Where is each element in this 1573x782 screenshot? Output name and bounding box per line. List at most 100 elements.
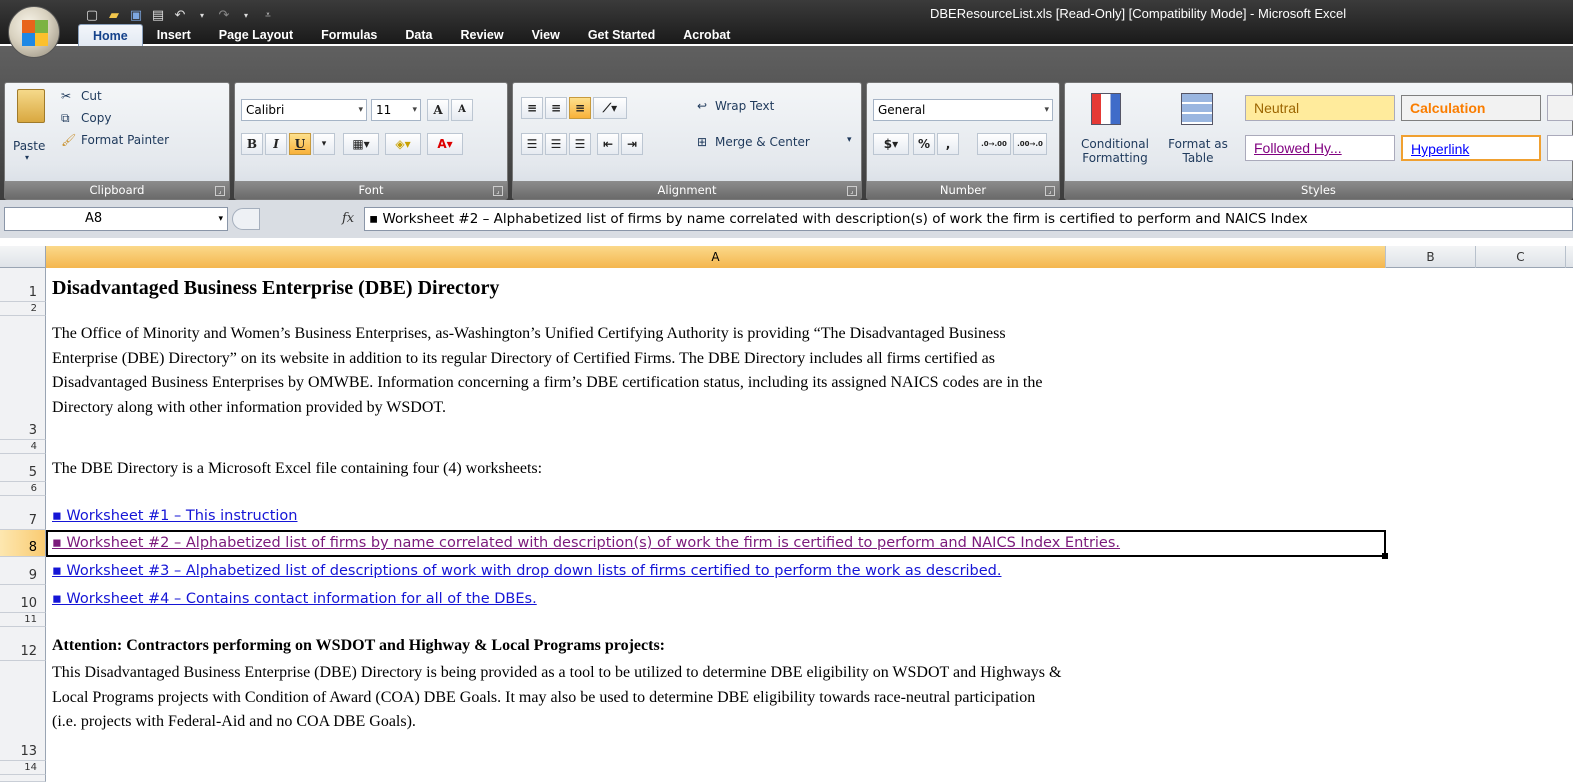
tab-acrobat[interactable]: Acrobat [669, 24, 744, 46]
row-header-2[interactable]: 2 [0, 302, 46, 316]
orientation-icon[interactable]: ⟋▾ [593, 97, 627, 119]
row-header-3[interactable]: 3 [0, 316, 46, 440]
redo-dropdown-icon[interactable]: ▾ [238, 8, 254, 24]
decrease-decimal-button[interactable]: .00→.0 [1013, 133, 1047, 155]
clipboard-launcher-icon[interactable]: ⌟ [215, 186, 225, 196]
column-header-a[interactable]: A [46, 246, 1386, 268]
chevron-down-icon: ▾ [412, 105, 417, 115]
tab-view[interactable]: View [518, 24, 574, 46]
row-header-6[interactable]: 6 [0, 482, 46, 496]
name-box[interactable]: A8 ▾ [4, 207, 228, 231]
alignment-launcher-icon[interactable]: ⌟ [847, 186, 857, 196]
tab-home[interactable]: Home [78, 24, 143, 46]
formula-bar-divider-icon[interactable] [232, 208, 260, 230]
underline-dropdown-icon[interactable]: ▾ [313, 133, 335, 155]
borders-icon[interactable]: ▦▾ [343, 133, 379, 155]
row-header-1[interactable]: 1 [0, 268, 46, 302]
align-top-icon[interactable]: ≡ [521, 97, 543, 119]
conditional-formatting-button[interactable]: Conditional Formatting [1071, 87, 1149, 179]
number-group-label: Number [867, 181, 1059, 199]
undo-dropdown-icon[interactable]: ▾ [194, 8, 210, 24]
input-style[interactable] [1547, 135, 1573, 161]
quick-print-icon[interactable]: ▤ [150, 8, 166, 24]
row-header-9[interactable]: 9 [0, 557, 46, 585]
tab-insert[interactable]: Insert [143, 24, 205, 46]
font-name-combo[interactable]: Calibri ▾ [241, 99, 367, 121]
column-header-c[interactable]: C [1476, 246, 1566, 268]
column-header-b[interactable]: B [1386, 246, 1476, 268]
undo-icon[interactable]: ↶ [172, 8, 188, 24]
font-size-value: 11 [376, 103, 392, 117]
worksheets-intro[interactable]: The DBE Directory is a Microsoft Excel f… [52, 460, 542, 478]
number-launcher-icon[interactable]: ⌟ [1045, 186, 1055, 196]
worksheet-4-link[interactable]: ▪ Worksheet #4 – Contains contact inform… [52, 591, 537, 607]
formula-input[interactable]: ▪ Worksheet #2 – Alphabetized list of fi… [364, 207, 1573, 231]
attention-heading[interactable]: Attention: Contractors performing on WSD… [52, 637, 665, 655]
font-size-combo[interactable]: 11 ▾ [371, 99, 421, 121]
row-header-13[interactable]: 13 [0, 661, 46, 761]
decrease-indent-icon[interactable]: ⇤ [597, 133, 619, 155]
neutral-style[interactable]: Neutral [1245, 95, 1395, 121]
check-cell-style[interactable] [1547, 95, 1573, 121]
select-all-button[interactable] [0, 246, 46, 268]
save-icon[interactable]: ▣ [128, 8, 144, 24]
directory-title[interactable]: Disadvantaged Business Enterprise (DBE) … [52, 277, 499, 300]
row-header-15[interactable] [0, 775, 46, 782]
align-center-icon[interactable]: ☰ [545, 133, 567, 155]
fill-color-icon[interactable]: ◈▾ [385, 133, 421, 155]
bold-button[interactable]: B [241, 133, 263, 155]
intro-paragraph[interactable]: The Office of Minority and Women’s Busin… [52, 322, 1042, 420]
office-button[interactable] [8, 6, 60, 58]
intro-line: Directory along with other information p… [52, 398, 446, 416]
redo-icon[interactable]: ↷ [216, 8, 232, 24]
row-number: 1 [28, 285, 37, 300]
worksheet-3-link[interactable]: ▪ Worksheet #3 – Alphabetized list of de… [52, 563, 1002, 579]
tab-data[interactable]: Data [391, 24, 446, 46]
percent-button[interactable]: % [913, 133, 935, 155]
tab-review[interactable]: Review [446, 24, 517, 46]
row-header-10[interactable]: 10 [0, 585, 46, 613]
customize-qat-icon[interactable]: ⩡ [260, 8, 276, 24]
row-header-12[interactable]: 12 [0, 627, 46, 661]
row-number: 2 [30, 303, 37, 314]
italic-button[interactable]: I [265, 133, 287, 155]
tab-get-started[interactable]: Get Started [574, 24, 669, 46]
office-logo-icon [22, 20, 48, 46]
followed-hyperlink-style[interactable]: Followed Hy... [1245, 135, 1395, 161]
align-middle-icon[interactable]: ≡ [545, 97, 567, 119]
align-left-icon[interactable]: ☰ [521, 133, 543, 155]
number-group: General ▾ $▾ % , .0→.00 .00→.0 Number ⌟ [866, 82, 1060, 200]
hyperlink-style[interactable]: Hyperlink [1401, 135, 1541, 161]
row-header-7[interactable]: 7 [0, 496, 46, 530]
paste-button[interactable]: Paste ▾ [11, 87, 53, 165]
align-bottom-icon[interactable]: ≡ [569, 97, 591, 119]
worksheet-1-link[interactable]: ▪ Worksheet #1 – This instruction [52, 508, 297, 524]
increase-indent-icon[interactable]: ⇥ [621, 133, 643, 155]
shrink-font-button[interactable]: A [451, 99, 473, 121]
intro-line: Enterprise (DBE) Directory” on its websi… [52, 349, 995, 367]
tab-page-layout[interactable]: Page Layout [205, 24, 307, 46]
row-header-14[interactable]: 14 [0, 761, 46, 775]
number-format-combo[interactable]: General ▾ [873, 99, 1053, 121]
font-color-icon[interactable]: A▾ [427, 133, 463, 155]
calculation-style[interactable]: Calculation [1401, 95, 1541, 121]
active-cell-selection[interactable] [46, 530, 1388, 559]
open-folder-icon[interactable]: ▰ [106, 8, 122, 24]
tab-formulas[interactable]: Formulas [307, 24, 391, 46]
increase-decimal-button[interactable]: .0→.00 [977, 133, 1011, 155]
new-document-icon[interactable]: ▢ [84, 8, 100, 24]
font-launcher-icon[interactable]: ⌟ [493, 186, 503, 196]
grow-font-button[interactable]: A [427, 99, 449, 121]
currency-button[interactable]: $▾ [873, 133, 909, 155]
comma-button[interactable]: , [937, 133, 959, 155]
attention-paragraph[interactable]: This Disadvantaged Business Enterprise (… [52, 661, 1061, 735]
row-header-8[interactable]: 8 [0, 530, 46, 557]
align-right-icon[interactable]: ☰ [569, 133, 591, 155]
row-header-5[interactable]: 5 [0, 454, 46, 482]
row-header-4[interactable]: 4 [0, 440, 46, 454]
insert-function-icon[interactable]: fx [342, 211, 354, 226]
font-group-label: Font [235, 181, 507, 199]
format-as-table-button[interactable]: Format as Table [1157, 87, 1239, 179]
underline-button[interactable]: U [289, 133, 311, 155]
row-header-11[interactable]: 11 [0, 613, 46, 627]
